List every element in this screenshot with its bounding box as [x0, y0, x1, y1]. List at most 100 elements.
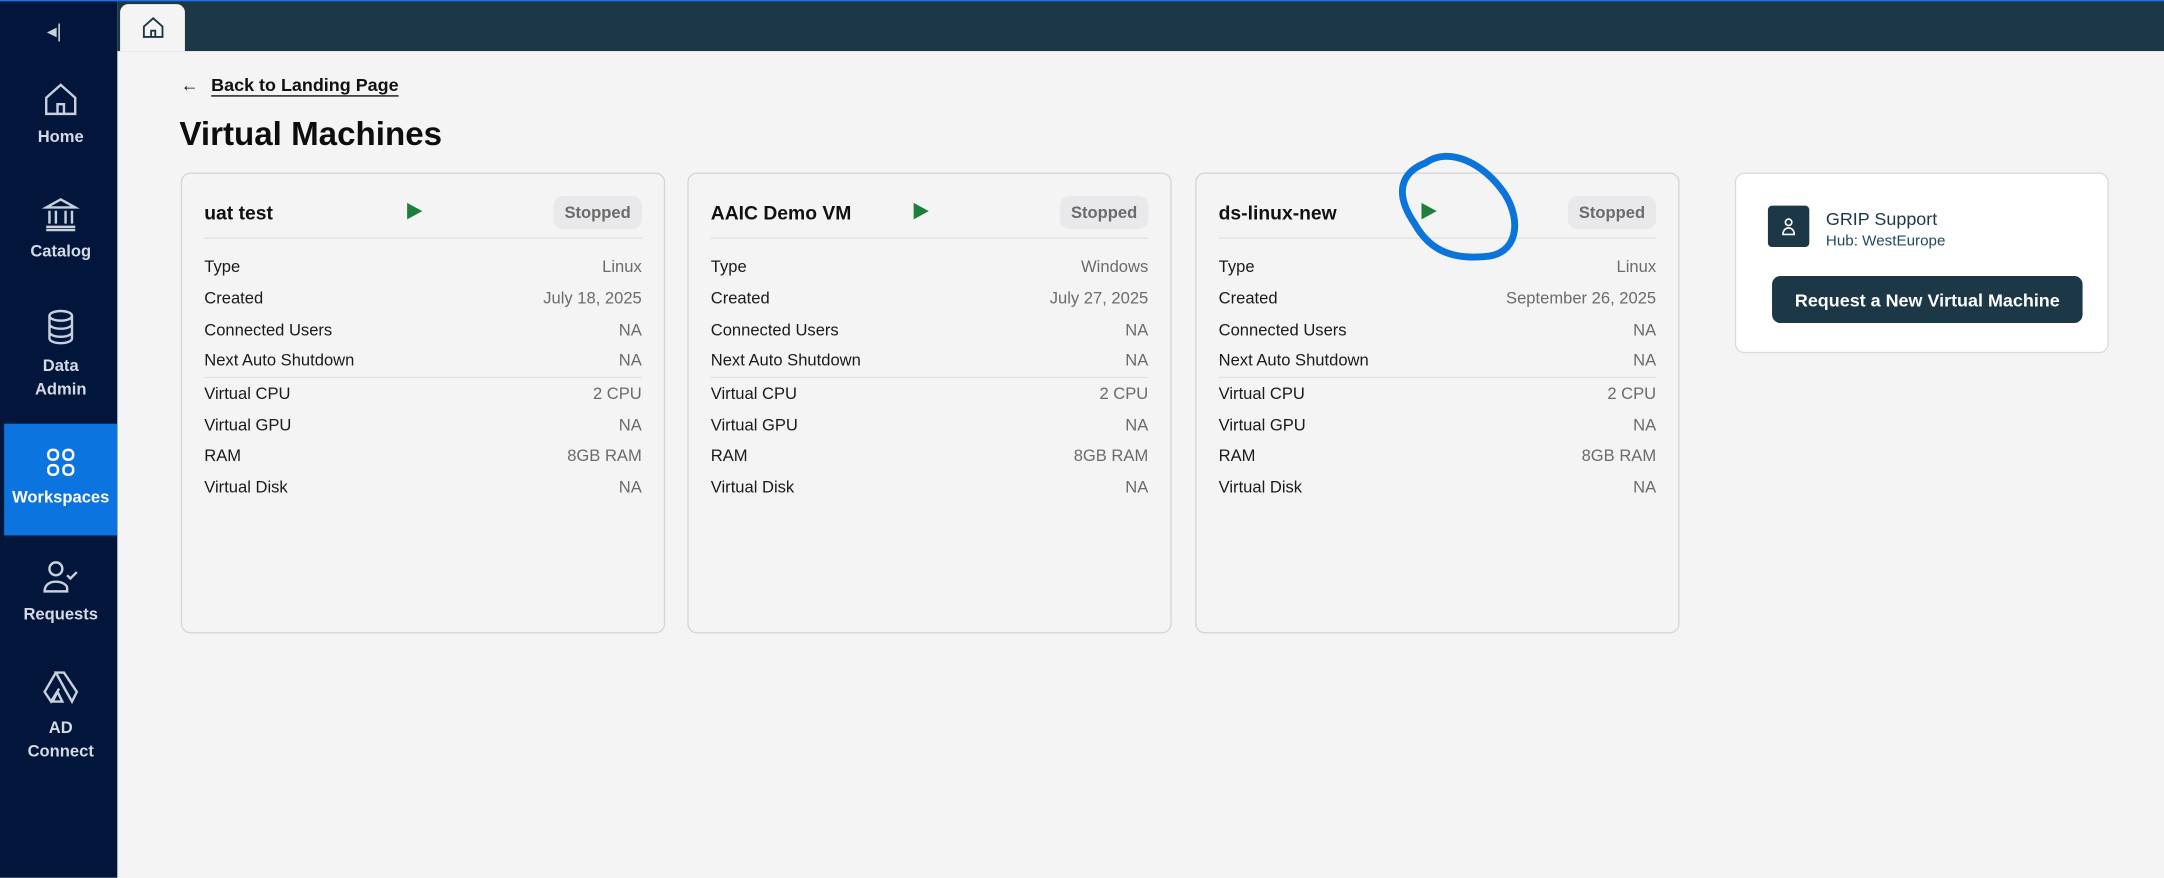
property-value: NA [618, 477, 642, 498]
property-value: Linux [602, 257, 642, 277]
arrow-left-icon: ← [180, 74, 199, 96]
vm-name: uat test [204, 201, 273, 224]
home-icon [142, 17, 163, 38]
status-badge: Stopped [553, 195, 642, 230]
sidebar-item-label: Catalog [30, 241, 92, 261]
top-accent-line [0, 0, 2164, 2]
sidebar-item-requests[interactable]: Requests [4, 558, 117, 641]
property-value: NA [1633, 477, 1657, 498]
property-value: Linux [1616, 257, 1657, 277]
status-badge: Stopped [1567, 195, 1657, 230]
home-tab[interactable] [120, 4, 185, 52]
property-label: RAM [204, 446, 242, 466]
request-new-vm-button[interactable]: Request a New Virtual Machine [1772, 276, 2083, 323]
home-icon [45, 83, 77, 116]
property-value: NA [1633, 351, 1657, 371]
vm-property-row: Next Auto Shutdown NA [1219, 345, 1656, 376]
property-label: Created [710, 288, 770, 308]
support-hub: Hub: WestEurope [1825, 233, 1946, 250]
sidebar-item-label: Workspaces [12, 487, 110, 507]
property-label: RAM [710, 446, 748, 466]
vm-property-row: Virtual CPU 2 CPU [204, 376, 642, 409]
database-icon [48, 309, 74, 345]
property-value: 2 CPU [1099, 383, 1149, 404]
property-label: Type [710, 257, 747, 277]
vm-card: AAIC Demo VM Stopped Type Windows Created J… [687, 172, 1172, 634]
property-value: 8GB RAM [567, 446, 642, 466]
play-icon [913, 202, 929, 220]
vm-property-row: Next Auto Shutdown NA [204, 345, 641, 376]
property-value: NA [1125, 319, 1149, 340]
property-label: Virtual CPU [1218, 383, 1305, 404]
property-label: Type [204, 257, 241, 277]
vm-name: AAIC Demo VM [710, 201, 852, 224]
vm-property-row: Next Auto Shutdown NA [711, 345, 1148, 376]
sidebar-item-home[interactable]: Home [4, 80, 117, 163]
vm-property-row: Created July 18, 2025 [204, 282, 641, 313]
connect-icon [43, 671, 79, 705]
sidebar-item-catalog[interactable]: Catalog [4, 195, 117, 278]
property-label: Next Auto Shutdown [1218, 351, 1369, 371]
vm-name: ds-linux-new [1218, 201, 1337, 224]
vm-card-header: ds-linux-new Stopped [1218, 193, 1657, 239]
page-title: Virtual Machines [179, 115, 443, 154]
bank-icon [41, 198, 80, 232]
sidebar-item-label: Requests [23, 604, 99, 624]
sidebar-item-data-admin[interactable]: Data Admin [4, 308, 117, 405]
vm-property-row: RAM 8GB RAM [1219, 440, 1656, 471]
collapse-sidebar-icon[interactable]: ◂| [47, 19, 62, 42]
vm-property-row: Virtual CPU 2 CPU [710, 376, 1149, 409]
play-icon [407, 202, 423, 220]
sidebar-item-ad-connect[interactable]: AD Connect [4, 669, 117, 766]
property-value: Windows [1081, 257, 1149, 277]
sidebar-item-label: Home [37, 126, 84, 147]
property-value: NA [618, 319, 642, 340]
property-label: Virtual Disk [710, 477, 795, 498]
vm-property-row: Virtual CPU 2 CPU [1218, 376, 1657, 409]
property-value: NA [1633, 415, 1657, 435]
sidebar-item-label: Data Admin [34, 356, 87, 399]
user-icon [1782, 218, 1796, 236]
property-value: NA [1125, 477, 1149, 498]
property-label: Next Auto Shutdown [204, 351, 355, 371]
property-label: Connected Users [710, 319, 839, 340]
grid-icon [47, 448, 75, 476]
user-check-icon [43, 561, 78, 593]
property-label: Connected Users [204, 319, 333, 340]
vm-property-row: Virtual GPU NA [1219, 409, 1656, 440]
property-label: Virtual GPU [204, 415, 292, 435]
property-value: NA [618, 351, 642, 371]
property-label: Created [1218, 288, 1278, 308]
property-value: July 18, 2025 [543, 288, 642, 308]
vm-property-row: Virtual Disk NA [711, 472, 1148, 503]
property-value: NA [1125, 415, 1149, 435]
property-label: Virtual GPU [710, 415, 798, 435]
support-name[interactable]: GRIP Support [1826, 208, 1937, 229]
back-to-landing-link[interactable]: ← Back to Landing Page [181, 75, 399, 96]
property-label: Virtual Disk [1218, 477, 1303, 498]
property-value: 8GB RAM [1581, 446, 1657, 466]
property-value: 2 CPU [1607, 383, 1657, 404]
status-badge: Stopped [1059, 195, 1149, 230]
vm-card: uat test Stopped Type Linux Created July 18… [180, 172, 666, 634]
vm-property-row: Virtual Disk NA [204, 472, 641, 503]
vm-property-row: Connected Users NA [204, 314, 641, 345]
sidebar: ◂| Home Catalog Data Admin Workspaces Re… [0, 0, 118, 878]
start-vm-button[interactable] [911, 201, 930, 227]
property-label: Created [204, 288, 264, 308]
top-bar [117, 0, 2164, 52]
property-value: July 27, 2025 [1049, 288, 1149, 308]
property-label: Virtual CPU [204, 383, 291, 404]
vm-property-row: Type Linux [1219, 251, 1656, 282]
vm-property-row: Connected Users NA [1219, 314, 1656, 345]
vm-property-row: RAM 8GB RAM [204, 440, 641, 471]
property-value: NA [1125, 351, 1149, 371]
vm-card-header: uat test Stopped [204, 193, 642, 239]
vm-card-header: AAIC Demo VM Stopped [710, 193, 1149, 239]
sidebar-item-workspaces[interactable]: Workspaces [4, 423, 118, 536]
property-label: Next Auto Shutdown [710, 351, 861, 371]
property-label: RAM [1218, 446, 1256, 466]
start-vm-button[interactable] [1419, 201, 1438, 227]
start-vm-button[interactable] [404, 201, 423, 227]
property-label: Virtual Disk [204, 477, 288, 498]
